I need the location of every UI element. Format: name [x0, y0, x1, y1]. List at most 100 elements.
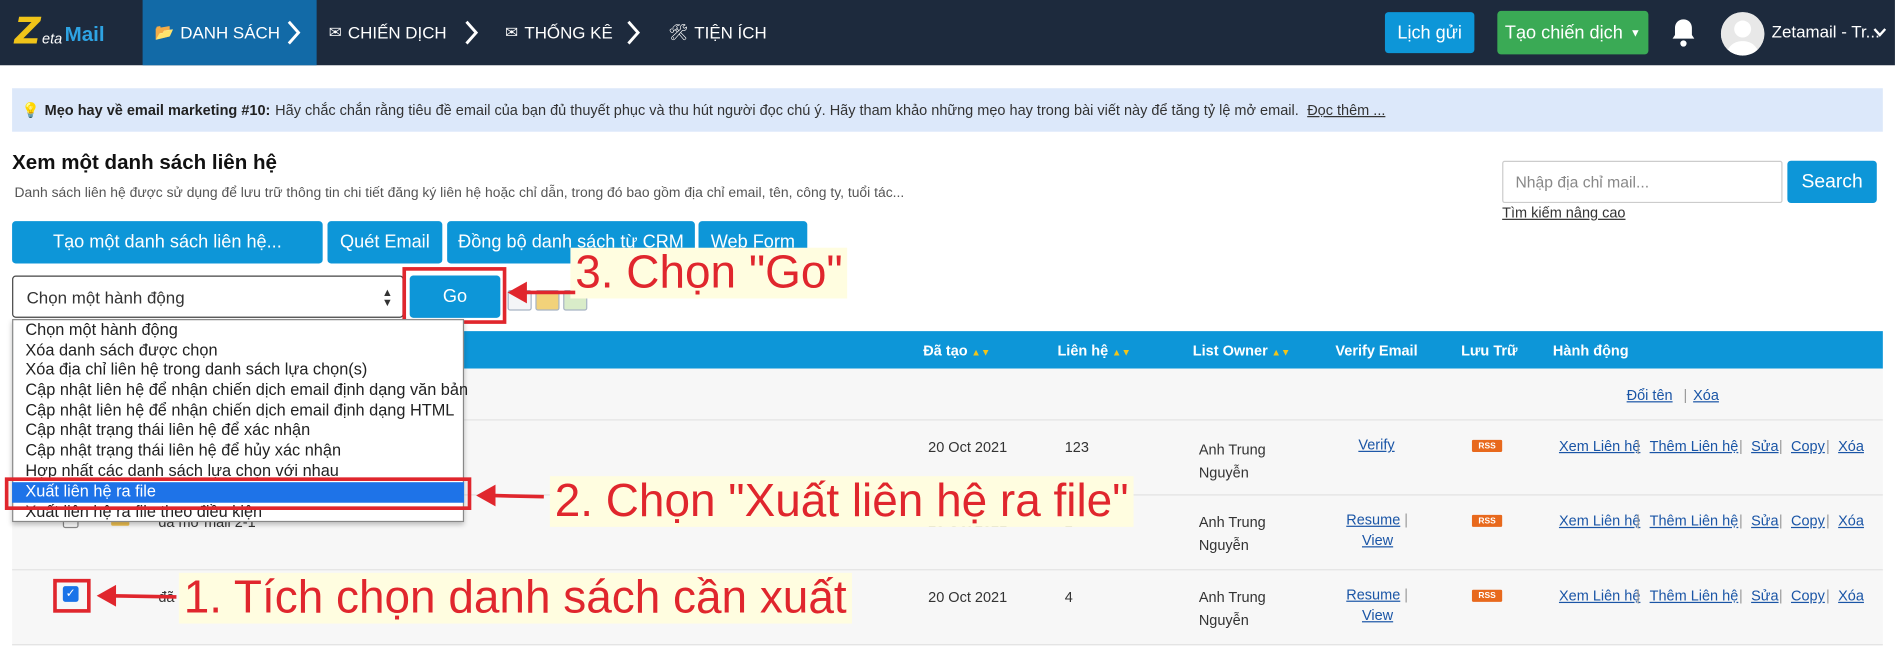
- arrow-to-checkbox-icon: [96, 584, 177, 607]
- edit-link[interactable]: Sửa: [1751, 587, 1778, 604]
- bell-icon[interactable]: [1669, 17, 1698, 48]
- view-contacts-link[interactable]: Xem Liên hệ: [1559, 437, 1640, 454]
- annotation-step1: 1. Tích chọn danh sách cần xuất: [178, 572, 852, 624]
- caret-down-icon: ▼: [1630, 26, 1641, 39]
- header-label: List Owner: [1192, 342, 1268, 359]
- owner-name: Anh Trung: [1198, 513, 1266, 531]
- view-contacts-link[interactable]: Xem Liên hệ: [1559, 512, 1640, 529]
- sort-icon: ▲▼: [1271, 346, 1291, 358]
- nav-item-campaigns[interactable]: ✉ CHIẾN DỊCH: [329, 0, 447, 65]
- view-link[interactable]: View: [1362, 607, 1393, 624]
- nav-item-utilities[interactable]: 🛠 TIỆN ÍCH: [668, 0, 766, 65]
- separator: |: [1636, 587, 1641, 605]
- rss-icon[interactable]: RSS: [1471, 589, 1503, 602]
- action-select-value: Chọn một hành động: [26, 287, 185, 307]
- header-contacts[interactable]: Liên hệ ▲▼: [1057, 342, 1131, 359]
- header-actions: Hành động: [1552, 342, 1629, 359]
- edit-link[interactable]: Sửa: [1751, 437, 1778, 454]
- chevron-right-icon: [287, 20, 301, 45]
- owner-name: Anh Trung: [1198, 588, 1266, 606]
- annotation-step3: 3. Chọn "Go": [570, 247, 848, 299]
- chevron-right-icon: [627, 20, 641, 45]
- rename-link[interactable]: Đổi tên: [1627, 387, 1673, 404]
- nav-item-label: DANH SÁCH: [180, 22, 280, 43]
- dropdown-option[interactable]: Xóa địa chỉ liên hệ trong danh sách lựa …: [25, 360, 367, 379]
- separator: |: [1739, 512, 1743, 530]
- delete-link[interactable]: Xóa: [1838, 587, 1864, 604]
- verify-link[interactable]: Verify: [1358, 436, 1394, 453]
- separator: |: [1826, 587, 1830, 605]
- row-created: 20 Oct 2021: [928, 438, 1008, 456]
- resume-link[interactable]: Resume: [1346, 586, 1400, 603]
- search-input[interactable]: Nhập địa chỉ mail...: [1502, 160, 1783, 204]
- logo-eta: eta: [42, 30, 63, 48]
- copy-link[interactable]: Copy: [1791, 512, 1825, 529]
- create-campaign-label: Tạo chiến dịch: [1504, 22, 1623, 43]
- tip-title: Mẹo hay về email marketing #10:: [44, 101, 271, 119]
- page-title: Xem một danh sách liên hệ: [12, 151, 277, 175]
- row-contacts: 123: [1064, 438, 1089, 456]
- rss-icon[interactable]: RSS: [1471, 439, 1503, 452]
- separator: |: [1404, 511, 1409, 529]
- separator: |: [1683, 386, 1688, 404]
- view-contacts-link[interactable]: Xem Liên hệ: [1559, 587, 1640, 604]
- create-list-button[interactable]: Tạo một danh sách liên hệ...: [12, 221, 323, 264]
- header-archive: Lưu Trữ: [1461, 342, 1518, 359]
- separator: |: [1778, 512, 1783, 530]
- edit-link[interactable]: Sửa: [1751, 512, 1778, 529]
- dropdown-option[interactable]: Cập nhật liên hệ để nhận chiến dịch emai…: [25, 381, 468, 400]
- dropdown-option[interactable]: Xóa danh sách được chọn: [25, 341, 217, 360]
- dropdown-option[interactable]: Cập nhật liên hệ để nhận chiến dịch emai…: [25, 401, 454, 420]
- separator: |: [1404, 586, 1409, 604]
- nav-item-statistics[interactable]: ✉ THỐNG KÊ: [505, 0, 613, 65]
- nav-item-label: TIỆN ÍCH: [694, 22, 767, 43]
- row-owner: Anh Trung Nguyễn: [1199, 586, 1266, 632]
- folder-icon: 📂: [154, 22, 175, 42]
- sort-icon: ▲▼: [1111, 346, 1131, 358]
- schedule-button[interactable]: Lịch gửi: [1384, 12, 1475, 54]
- arrow-to-export-icon: [476, 484, 544, 507]
- user-name[interactable]: Zetamail - Tr...: [1772, 22, 1880, 41]
- zetamail-logo[interactable]: Z eta Mail: [15, 10, 130, 56]
- user-icon: [1720, 12, 1765, 56]
- add-contacts-link[interactable]: Thêm Liên hệ: [1650, 587, 1739, 604]
- row-created: 20 Oct 2021: [928, 588, 1008, 606]
- group-delete-link[interactable]: Xóa: [1693, 387, 1719, 404]
- dropdown-option[interactable]: Chọn một hành động: [25, 320, 177, 339]
- dropdown-option[interactable]: Hợp nhất các danh sách lựa chọn với nhau: [25, 462, 338, 478]
- action-select[interactable]: Chọn một hành động ▲ ▼: [12, 275, 404, 318]
- rss-icon[interactable]: RSS: [1471, 514, 1503, 527]
- chevron-down-icon[interactable]: [1873, 27, 1887, 39]
- create-campaign-button[interactable]: Tạo chiến dịch ▼: [1497, 10, 1649, 55]
- copy-link[interactable]: Copy: [1791, 437, 1825, 454]
- copy-link[interactable]: Copy: [1791, 587, 1825, 604]
- add-contacts-link[interactable]: Thêm Liên hệ: [1650, 512, 1739, 529]
- owner-surname: Nguyễn: [1198, 536, 1249, 554]
- go-highlight-box: [402, 267, 507, 324]
- owner-surname: Nguyễn: [1198, 464, 1249, 481]
- view-link[interactable]: View: [1362, 532, 1393, 549]
- envelope-icon: ✉: [328, 22, 342, 42]
- add-contacts-link[interactable]: Thêm Liên hệ: [1650, 437, 1739, 454]
- row-owner: Anh Trung Nguyễn: [1199, 439, 1266, 485]
- header-owner[interactable]: List Owner ▲▼: [1193, 342, 1291, 359]
- row-contacts: 4: [1064, 588, 1073, 606]
- logo-mail: Mail: [64, 22, 105, 46]
- resume-link[interactable]: Resume: [1346, 511, 1400, 528]
- dropdown-option[interactable]: Cập nhật trạng thái liên hệ để xác nhận: [25, 421, 310, 440]
- header-created[interactable]: Đã tạo ▲▼: [923, 342, 990, 359]
- advanced-search-link[interactable]: Tìm kiếm nâng cao: [1502, 204, 1625, 221]
- envelope-icon: ✉: [505, 22, 519, 42]
- logo-z: Z: [14, 10, 41, 54]
- avatar[interactable]: [1720, 12, 1765, 56]
- separator: |: [1636, 437, 1641, 455]
- scan-email-button[interactable]: Quét Email: [327, 221, 443, 264]
- delete-link[interactable]: Xóa: [1838, 512, 1864, 529]
- chevron-right-icon: [465, 20, 479, 45]
- delete-link[interactable]: Xóa: [1838, 437, 1864, 454]
- dropdown-option[interactable]: Cập nhật trạng thái liên hệ để hủy xác n…: [25, 441, 341, 460]
- separator: |: [1826, 437, 1830, 455]
- tools-icon: 🛠: [668, 22, 689, 42]
- read-more-link[interactable]: Đọc thêm ...: [1307, 102, 1385, 119]
- search-button[interactable]: Search: [1787, 160, 1877, 204]
